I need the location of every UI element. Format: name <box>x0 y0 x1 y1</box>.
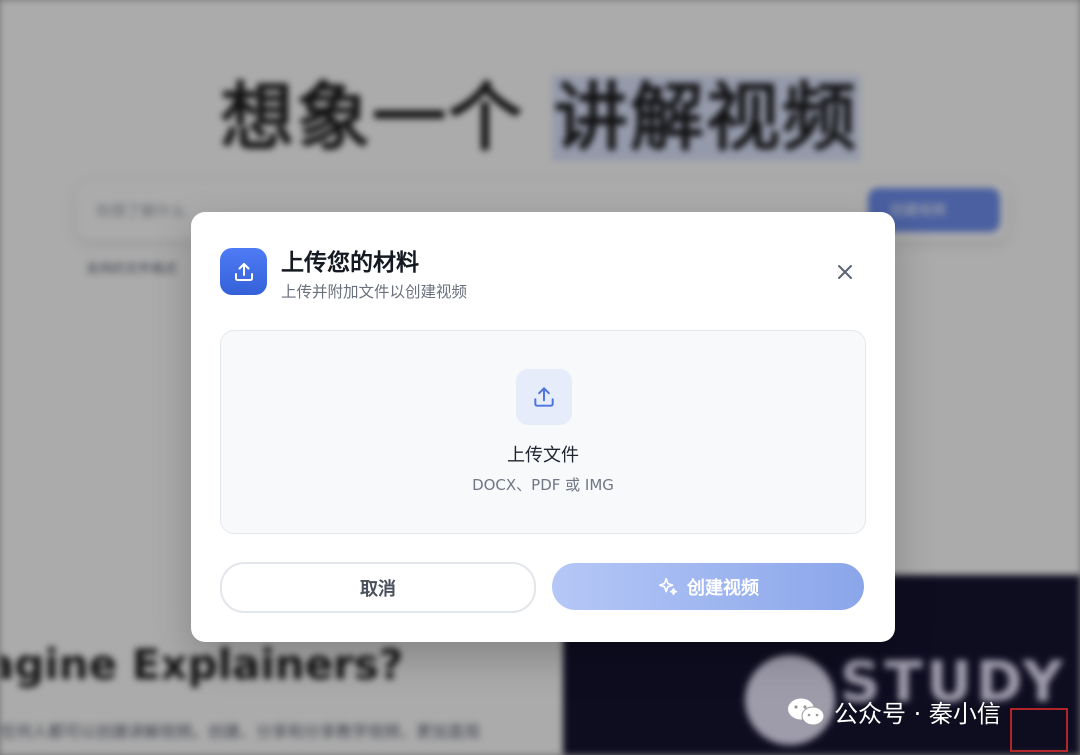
seal-stamp <box>1010 708 1068 752</box>
dropzone-title: 上传文件 <box>507 445 579 466</box>
watermark-text: 公众号 · 秦小信 <box>834 700 1001 728</box>
create-video-button-label: 创建视频 <box>687 577 759 599</box>
sparkle-icon <box>658 577 678 595</box>
dropzone-file-types: DOCX、PDF 或 IMG <box>472 476 614 494</box>
cancel-button-label: 取消 <box>360 578 396 600</box>
watermark: 公众号 · 秦小信 <box>786 694 1001 729</box>
modal-title: 上传您的材料 <box>281 250 419 276</box>
cancel-button[interactable]: 取消 <box>220 562 536 613</box>
file-dropzone[interactable]: 上传文件 DOCX、PDF 或 IMG <box>220 330 866 534</box>
close-button[interactable] <box>829 256 861 288</box>
upload-modal: 上传您的材料 上传并附加文件以创建视频 上传文件 DOCX、PDF 或 IMG … <box>191 212 895 642</box>
create-video-button[interactable]: 创建视频 <box>552 563 864 610</box>
upload-icon <box>220 248 267 295</box>
upload-icon <box>516 369 572 425</box>
modal-subtitle: 上传并附加文件以创建视频 <box>281 283 468 301</box>
wechat-icon <box>788 698 825 725</box>
close-icon <box>838 265 852 279</box>
